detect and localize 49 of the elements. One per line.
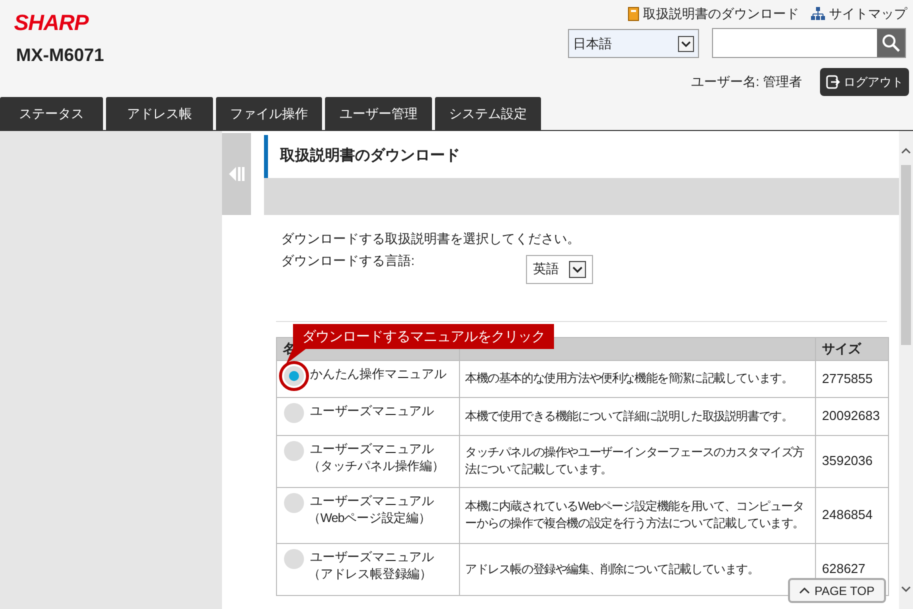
language-select[interactable]: 日本語	[568, 29, 699, 58]
nav-tab[interactable]: アドレス帳	[106, 97, 213, 130]
page-top-button[interactable]: PAGE TOP	[788, 578, 886, 603]
scrollbar[interactable]	[899, 131, 913, 609]
nav-tab[interactable]: ファイル操作	[216, 97, 322, 130]
brand-logo: SHARP	[14, 12, 88, 34]
manual-name: かんたん操作マニュアル	[310, 366, 446, 382]
description-cell: 本機で使用できる機能について詳細に説明した取扱説明書です。	[460, 397, 816, 435]
model-name: MX-M6071	[16, 46, 104, 64]
search-field[interactable]	[712, 28, 906, 58]
header-link[interactable]: サイトマップ	[811, 4, 907, 24]
description-cell: タッチパネルの操作やユーザーインターフェースのカスタマイズ方法について記載しています。	[460, 435, 816, 487]
logout-button[interactable]: ログアウト	[820, 68, 909, 96]
nav-tab[interactable]: システム設定	[435, 97, 541, 130]
size-cell: 20092683	[816, 397, 888, 435]
radio-button[interactable]	[284, 440, 304, 460]
exit-icon	[826, 75, 840, 89]
scroll-down-icon[interactable]	[901, 586, 911, 593]
radio-button[interactable]	[284, 492, 304, 512]
description-cell: 本機の基本的な使用方法や便利な機能を簡潔に記載しています。	[460, 360, 816, 397]
column-header: サイズ	[816, 337, 888, 360]
size-cell: 2486854	[816, 487, 888, 543]
user-name: ユーザー名: 管理者	[690, 73, 802, 91]
caret-icon	[678, 36, 694, 52]
size-cell: 2775855	[816, 360, 888, 397]
description-cell: 本機に内蔵されているWebページ設定機能を用いて、コンピューターからの操作で複合機の設定を行う方法について記載しています。	[460, 487, 816, 543]
caret-icon	[569, 260, 586, 278]
nav-tab[interactable]: ユーザー管理	[325, 97, 432, 130]
nav-tab[interactable]: ステータス	[0, 97, 103, 130]
manual-name: ユーザーズマニュアル （Webページ設定編）	[310, 492, 434, 526]
radio-button[interactable]	[284, 366, 304, 386]
chevron-up-icon	[799, 587, 810, 594]
book-icon	[628, 6, 639, 21]
size-cell: 3592036	[816, 435, 888, 487]
language-label: ダウンロードする言語:	[281, 252, 416, 270]
download-language-select[interactable]: 英語	[526, 254, 593, 284]
manual-name: ユーザーズマニュアル	[310, 402, 434, 420]
radio-button[interactable]	[284, 402, 304, 422]
radio-button[interactable]	[284, 548, 304, 568]
header-link[interactable]: 取扱説明書のダウンロード	[628, 4, 799, 24]
collapse-handle[interactable]	[222, 133, 251, 215]
collapse-icon	[228, 166, 245, 182]
manual-name: ユーザーズマニュアル （アドレス帳登録編）	[310, 548, 434, 582]
manual-name: ユーザーズマニュアル （タッチパネル操作編）	[310, 440, 444, 474]
sitemap-icon	[811, 7, 825, 20]
search-button[interactable]	[877, 29, 905, 57]
search-icon	[882, 34, 900, 52]
instruction-text: ダウンロードする取扱説明書を選択してください。	[281, 230, 581, 248]
scroll-up-icon[interactable]	[901, 147, 911, 154]
